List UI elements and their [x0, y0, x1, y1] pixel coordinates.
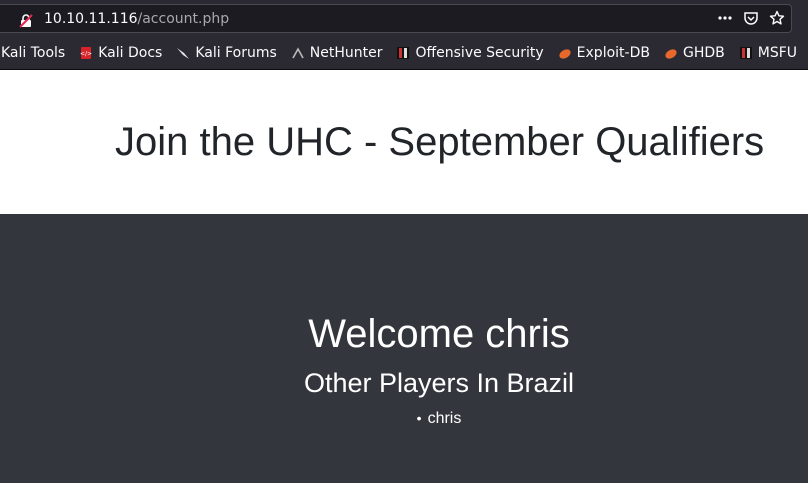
kali-forums-icon	[176, 46, 190, 60]
nethunter-icon	[291, 46, 305, 60]
bookmark-nethunter[interactable]: NetHunter	[291, 45, 383, 61]
page-title: Join the UHC - September Qualifiers	[115, 120, 765, 164]
players-list: chris	[0, 410, 808, 428]
bookmark-label: Exploit-DB	[576, 45, 650, 61]
bookmark-kali-forums[interactable]: Kali Forums	[176, 45, 277, 61]
bookmark-offensive-security[interactable]: Offensive Security	[396, 45, 544, 61]
url-host: 10.10.11.116	[44, 11, 138, 27]
bookmark-ghdb[interactable]: GHDB	[664, 45, 725, 61]
players-subheading: Other Players In Brazil	[303, 368, 575, 398]
bookmark-label: NetHunter	[309, 45, 383, 61]
insecure-lock-icon[interactable]	[19, 13, 33, 28]
kali-docs-icon: </>	[79, 46, 93, 60]
main-content: Welcome chris Other Players In Brazil ch…	[0, 214, 808, 483]
bookmark-label: Kali Forums	[195, 45, 277, 61]
page-actions-icon[interactable]	[717, 10, 733, 26]
bookmark-star-icon[interactable]	[769, 10, 785, 26]
ghdb-icon	[664, 46, 678, 60]
bookmark-kali-docs[interactable]: </> Kali Docs	[79, 45, 162, 61]
bookmark-label: Offensive Security	[415, 45, 544, 61]
msfu-icon	[739, 46, 753, 60]
exploitdb-icon	[558, 46, 572, 60]
svg-text:</>: </>	[80, 51, 92, 58]
welcome-heading: Welcome chris	[308, 312, 570, 356]
bookmark-kali-tools[interactable]: Kali Tools	[1, 45, 65, 61]
bookmark-label: MSFU	[757, 45, 797, 61]
url-path: /account.php	[137, 11, 230, 27]
bookmark-label: Kali Docs	[98, 45, 163, 61]
list-item: chris	[70, 410, 808, 428]
browser-toolbar: 10.10.11.116/account.php	[0, 0, 808, 37]
url-text[interactable]: 10.10.11.116/account.php	[44, 11, 229, 27]
url-bar[interactable]: 10.10.11.116/account.php	[0, 4, 792, 33]
bookmarks-toolbar: Kali Tools </> Kali Docs Kali Forums Net…	[0, 37, 808, 70]
bookmark-label: Kali Tools	[1, 45, 66, 61]
pocket-icon[interactable]	[743, 10, 759, 26]
bookmark-msfu[interactable]: MSFU	[739, 45, 797, 61]
offsec-icon	[396, 46, 410, 60]
bookmark-label: GHDB	[682, 45, 725, 61]
bookmark-exploit-db[interactable]: Exploit-DB	[558, 45, 650, 61]
page-header: Join the UHC - September Qualifiers	[0, 70, 808, 214]
